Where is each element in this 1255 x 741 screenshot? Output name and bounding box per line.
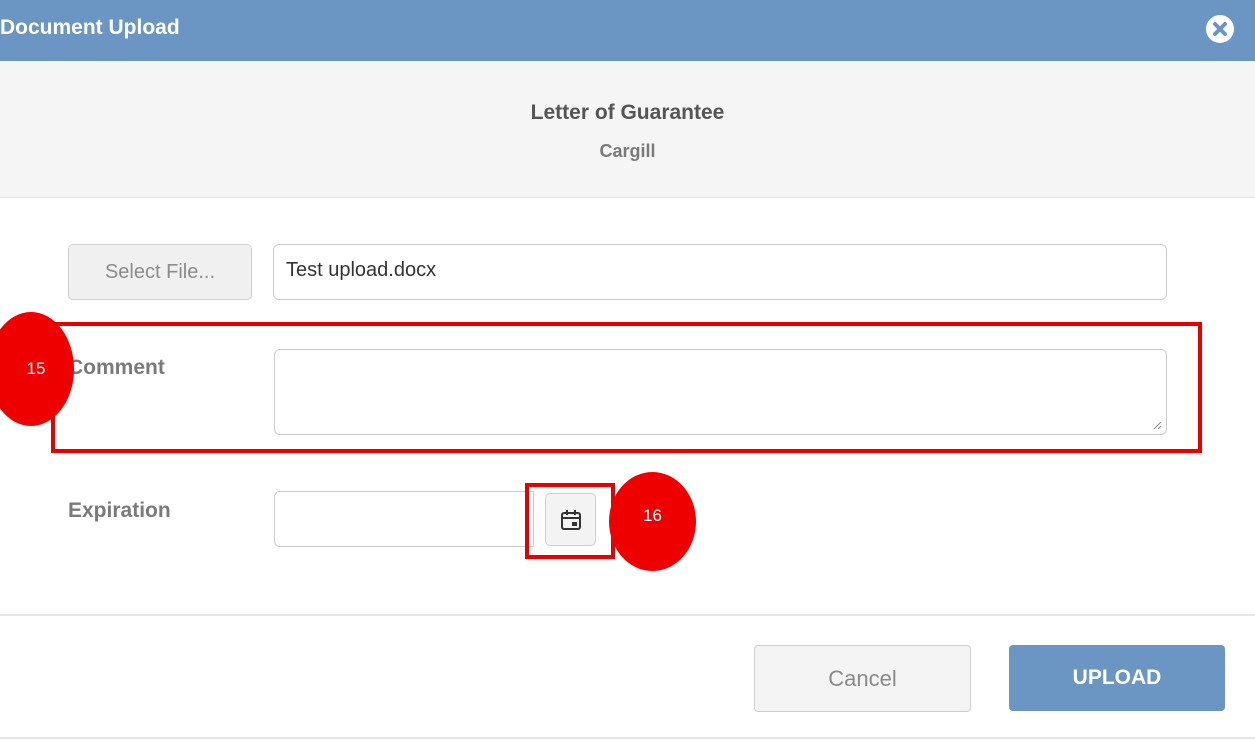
dialog-title: Document Upload <box>0 16 180 39</box>
close-button[interactable] <box>1206 15 1234 43</box>
resize-grip-icon[interactable] <box>1152 420 1162 430</box>
comment-label: Comment <box>68 356 165 379</box>
dialog-titlebar: Document Upload <box>0 0 1255 61</box>
cancel-button[interactable]: Cancel <box>754 645 971 712</box>
footer-divider <box>0 614 1255 616</box>
bottom-divider <box>0 737 1255 739</box>
document-title: Letter of Guarantee <box>530 101 725 124</box>
expiration-date-input[interactable] <box>274 491 534 547</box>
close-circle-icon <box>1213 22 1227 36</box>
annotation-badge-16: 16 <box>609 472 696 571</box>
annotation-badge-15: 15 <box>0 312 74 426</box>
document-header: Letter of Guarantee Cargill <box>0 61 1255 198</box>
upload-button[interactable]: UPLOAD <box>1009 645 1225 711</box>
expiration-label: Expiration <box>68 499 171 522</box>
calendar-icon <box>561 510 581 530</box>
document-party: Cargill <box>599 141 656 161</box>
calendar-button[interactable] <box>545 493 596 546</box>
filename-field[interactable]: Test upload.docx <box>273 244 1167 300</box>
comment-textarea[interactable] <box>274 349 1167 435</box>
select-file-button[interactable]: Select File... <box>68 244 252 300</box>
